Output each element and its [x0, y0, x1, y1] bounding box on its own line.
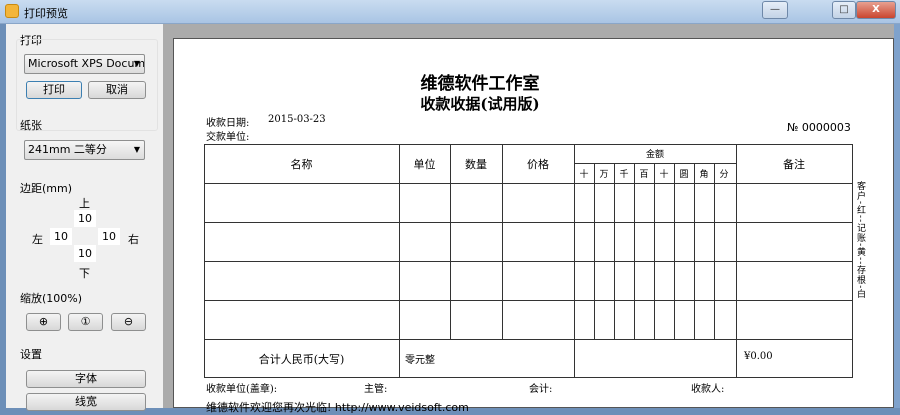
header-digit: 千	[619, 170, 629, 180]
print-button[interactable]: 打印	[26, 81, 82, 99]
table-rule	[204, 144, 853, 145]
table-rule	[614, 163, 615, 340]
margin-right-input[interactable]: 10	[98, 228, 120, 245]
table-rule	[204, 222, 853, 223]
total-amount: ¥0.00	[744, 351, 773, 362]
table-rule	[204, 377, 853, 378]
total-in-words: 零元整	[405, 355, 435, 366]
table-rule	[634, 163, 635, 340]
header-digit: 百	[639, 170, 649, 180]
header-qty: 数量	[465, 158, 487, 171]
margin-left-input[interactable]: 10	[50, 228, 72, 245]
table-rule	[204, 144, 205, 378]
table-rule	[654, 163, 655, 340]
font-button[interactable]: 字体	[26, 370, 146, 388]
margin-top-label: 上	[79, 197, 90, 210]
promo-text: 维德软件欢迎您再次光临! http://www.veidsoft.com	[206, 401, 469, 414]
window-border	[894, 24, 900, 408]
header-digit: 圆	[679, 170, 689, 180]
zoom-group-label: 缩放(100%)	[20, 292, 83, 305]
margin-top-input[interactable]: 10	[74, 210, 96, 227]
paper-select[interactable]: 241mm 二等分 ▼	[24, 140, 145, 160]
settings-panel: 打印 Microsoft XPS Document Writer▼ 打印 取消 …	[6, 24, 163, 411]
table-rule	[594, 163, 595, 340]
table-rule	[714, 163, 715, 340]
header-amount: 金额	[645, 150, 664, 160]
margin-right-label: 右	[128, 233, 139, 246]
zoom-in-icon[interactable]: ⊕	[26, 313, 61, 331]
title-bar: 打印预览 — □ X	[0, 0, 900, 24]
header-digit: 分	[719, 170, 729, 180]
margin-bottom-input[interactable]: 10	[74, 245, 96, 262]
payer-label: 交款单位:	[206, 132, 250, 143]
app-icon	[5, 4, 19, 18]
header-digit: 角	[699, 170, 709, 180]
company-name: 维德软件工作室	[420, 74, 540, 94]
table-rule	[694, 163, 695, 340]
footer-receiver: 收款人:	[691, 384, 725, 395]
receipt-number: № 0000003	[787, 121, 851, 134]
footer-payee: 收款单位(盖章):	[206, 384, 278, 395]
chevron-down-icon: ▼	[133, 145, 140, 154]
table-rule	[204, 261, 853, 262]
table-rule	[399, 144, 400, 378]
receipt-title: 收款收据(试用版)	[420, 95, 540, 113]
table-rule	[852, 144, 853, 378]
table-rule	[450, 144, 451, 340]
window-title: 打印预览	[24, 7, 68, 20]
date-value: 2015-03-23	[268, 114, 326, 125]
receipt-page: 维德软件工作室 收款收据(试用版) 收款日期: 2015-03-23 交款单位:…	[173, 38, 894, 414]
header-digit: 万	[599, 170, 609, 180]
table-rule	[204, 183, 853, 184]
header-name: 名称	[290, 158, 313, 171]
table-rule	[736, 144, 737, 378]
printer-value: Microsoft XPS Document Writer	[28, 57, 145, 70]
margin-left-label: 左	[32, 233, 43, 246]
table-rule	[204, 339, 853, 340]
paper-group-label: 纸张	[20, 119, 42, 132]
table-rule	[674, 163, 675, 340]
header-price: 价格	[527, 158, 549, 171]
paper-value: 241mm 二等分	[28, 143, 107, 156]
margin-group-label: 边距(mm)	[20, 182, 73, 195]
table-rule	[574, 163, 736, 164]
header-unit: 单位	[413, 158, 436, 171]
total-label: 合计人民币(大写)	[258, 353, 345, 366]
date-label: 收款日期:	[206, 118, 250, 129]
copy-note: 客户-红--记账-黄--存根-白	[855, 181, 865, 300]
footer-supervisor: 主管:	[364, 384, 388, 395]
minimize-button[interactable]: —	[762, 1, 788, 19]
chevron-down-icon: ▼	[133, 59, 140, 68]
margin-bottom-label: 下	[79, 267, 90, 280]
table-rule	[502, 144, 503, 340]
settings-group-label: 设置	[20, 348, 42, 361]
footer-accountant: 会计:	[529, 384, 553, 395]
zoom-out-icon[interactable]: ⊖	[111, 313, 146, 331]
header-note: 备注	[783, 158, 805, 171]
table-rule	[204, 300, 853, 301]
line-width-button[interactable]: 线宽	[26, 393, 146, 411]
close-button[interactable]: X	[856, 1, 896, 19]
cancel-button[interactable]: 取消	[88, 81, 146, 99]
maximize-button[interactable]: □	[832, 1, 856, 19]
printer-select[interactable]: Microsoft XPS Document Writer▼	[24, 54, 145, 74]
zoom-actual-icon[interactable]: ①	[68, 313, 103, 331]
header-digit: 十	[659, 170, 669, 180]
header-digit: 十	[579, 170, 589, 180]
